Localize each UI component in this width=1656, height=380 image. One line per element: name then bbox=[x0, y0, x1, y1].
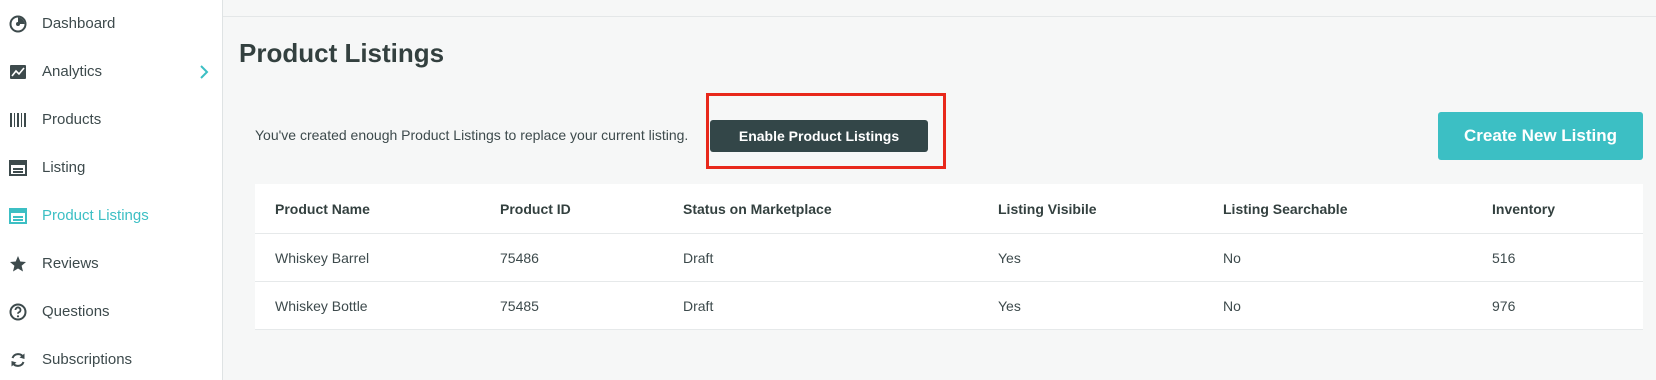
table-cell: 75485 bbox=[500, 297, 539, 314]
table-cell: Yes bbox=[998, 297, 1021, 314]
table-row[interactable]: Whiskey Bottle 75485 Draft Yes No 976 bbox=[255, 282, 1643, 330]
column-header[interactable]: Listing Searchable bbox=[1223, 184, 1347, 233]
sidebar-item-label: Analytics bbox=[42, 63, 103, 80]
table-cell: Draft bbox=[683, 297, 714, 314]
sidebar-item-listing[interactable]: Listing bbox=[0, 144, 222, 192]
table-cell: No bbox=[1223, 249, 1241, 266]
refresh-icon bbox=[9, 351, 27, 369]
sidebar-item-label: Product Listings bbox=[42, 207, 149, 224]
chevron-right-icon[interactable] bbox=[195, 63, 213, 81]
sidebar: Dashboard Analytics Products Listing Pro… bbox=[0, 0, 223, 380]
listing-icon bbox=[9, 159, 27, 177]
dashboard-gauge-icon bbox=[9, 15, 27, 33]
sidebar-item-reviews[interactable]: Reviews bbox=[0, 240, 222, 288]
sidebar-item-products[interactable]: Products bbox=[0, 96, 222, 144]
sidebar-item-label: Products bbox=[42, 111, 102, 128]
notice-text: You've created enough Product Listings t… bbox=[255, 127, 689, 143]
sidebar-item-label: Dashboard bbox=[42, 15, 116, 32]
table-cell: 516 bbox=[1492, 249, 1516, 266]
sidebar-item-label: Subscriptions bbox=[42, 351, 133, 368]
star-icon bbox=[9, 255, 27, 273]
enable-product-listings-button[interactable]: Enable Product Listings bbox=[710, 120, 928, 152]
table-row[interactable]: Whiskey Barrel 75486 Draft Yes No 516 bbox=[255, 234, 1643, 282]
column-header[interactable]: Product Name bbox=[275, 184, 370, 233]
table-cell: Draft bbox=[683, 249, 714, 266]
table-cell: Whiskey Barrel bbox=[275, 249, 370, 266]
sidebar-item-analytics[interactable]: Analytics bbox=[0, 48, 222, 96]
question-circle-icon bbox=[9, 303, 27, 321]
sidebar-item-product-listings[interactable]: Product Listings bbox=[0, 192, 222, 240]
column-header[interactable]: Inventory bbox=[1492, 184, 1555, 233]
sidebar-item-questions[interactable]: Questions bbox=[0, 288, 222, 336]
sidebar-item-dashboard[interactable]: Dashboard bbox=[0, 0, 222, 48]
table-cell: Yes bbox=[998, 249, 1021, 266]
sidebar-item-label: Reviews bbox=[42, 255, 99, 272]
page-title: Product Listings bbox=[239, 38, 445, 68]
product-listings-icon bbox=[9, 207, 27, 225]
column-header[interactable]: Product ID bbox=[500, 184, 571, 233]
column-header[interactable]: Listing Visibile bbox=[998, 184, 1097, 233]
table-cell: No bbox=[1223, 297, 1241, 314]
create-new-listing-button[interactable]: Create New Listing bbox=[1438, 112, 1643, 160]
sidebar-item-label: Questions bbox=[42, 303, 110, 320]
analytics-chart-icon bbox=[9, 63, 27, 81]
table-cell: Whiskey Bottle bbox=[275, 297, 368, 314]
table-cell: 75486 bbox=[500, 249, 539, 266]
listings-table: Product Name Product ID Status on Market… bbox=[255, 184, 1643, 330]
sidebar-item-subscriptions[interactable]: Subscriptions bbox=[0, 336, 222, 380]
column-header[interactable]: Status on Marketplace bbox=[683, 184, 832, 233]
top-bar bbox=[223, 0, 1656, 17]
table-header-row: Product Name Product ID Status on Market… bbox=[255, 184, 1643, 234]
sidebar-item-label: Listing bbox=[42, 159, 86, 176]
barcode-icon bbox=[9, 111, 27, 129]
table-cell: 976 bbox=[1492, 297, 1516, 314]
